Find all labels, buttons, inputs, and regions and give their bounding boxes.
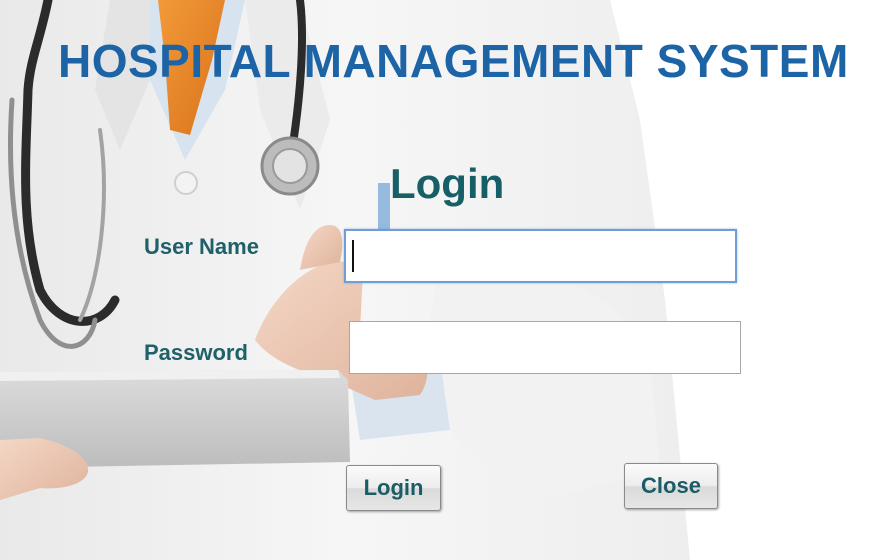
- password-input[interactable]: [349, 321, 741, 374]
- password-label: Password: [144, 340, 248, 365]
- username-label: User Name: [144, 234, 259, 259]
- text-cursor: [352, 240, 354, 272]
- app-title: HOSPITAL MANAGEMENT SYSTEM: [58, 35, 849, 87]
- username-input[interactable]: [344, 229, 737, 283]
- close-button[interactable]: Close: [624, 463, 718, 509]
- login-window: HOSPITAL MANAGEMENT SYSTEM Login User Na…: [0, 0, 885, 560]
- login-heading: Login: [390, 160, 505, 207]
- login-button[interactable]: Login: [346, 465, 441, 511]
